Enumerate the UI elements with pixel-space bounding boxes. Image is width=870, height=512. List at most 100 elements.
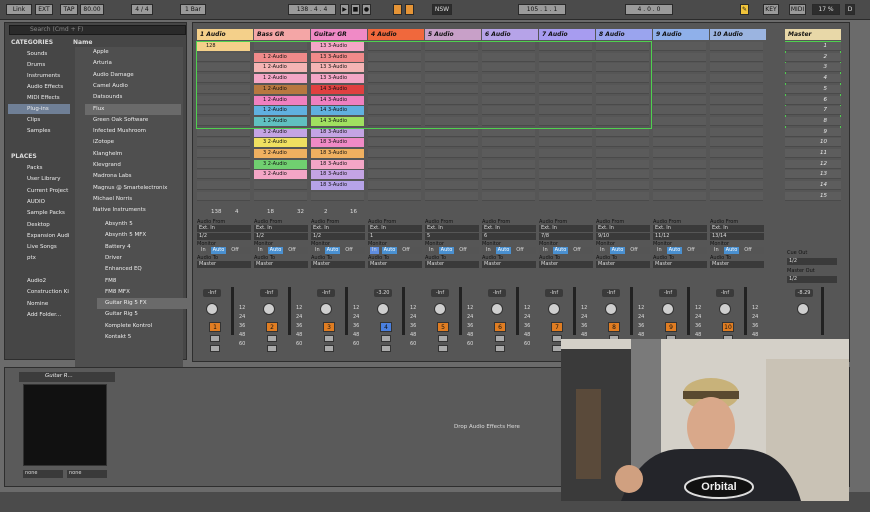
audio-from-select[interactable]: Ext. In — [653, 225, 707, 232]
audio-to-select[interactable]: Master — [425, 261, 479, 268]
pan-knob[interactable] — [263, 303, 275, 315]
browser-subitem[interactable]: Enhanced EQ — [97, 264, 193, 275]
scene-launch[interactable]: 12 — [785, 159, 841, 169]
track-header[interactable]: Bass GR — [254, 29, 310, 40]
monitor-auto[interactable]: Auto — [495, 247, 512, 254]
clip-slot[interactable] — [539, 149, 592, 158]
clip-slot[interactable] — [425, 170, 478, 180]
clip-slot[interactable] — [482, 191, 535, 201]
clip-slot[interactable] — [596, 170, 649, 180]
clip-slot[interactable] — [653, 159, 706, 169]
monitor-off[interactable]: Off — [628, 247, 639, 254]
scene-launch[interactable]: 11 — [785, 149, 841, 158]
input-channel-select[interactable]: 6 — [482, 233, 536, 240]
audio-from-select[interactable]: Ext. In — [710, 225, 764, 232]
clip-slot[interactable] — [653, 42, 706, 51]
clip-slot[interactable] — [653, 127, 706, 137]
input-channel-select[interactable]: 1/2 — [197, 233, 251, 240]
clip-slot[interactable] — [653, 116, 706, 126]
browser-item[interactable]: Madrona Labs — [85, 171, 181, 182]
audio-from-select[interactable]: Ext. In — [425, 225, 479, 232]
input-channel-select[interactable]: 9/10 — [596, 233, 650, 240]
monitor-in[interactable]: In — [256, 247, 265, 254]
audio-from-select[interactable]: Ext. In — [539, 225, 593, 232]
arm-button[interactable] — [324, 345, 334, 352]
tempo-field[interactable]: 80.00 — [80, 4, 104, 15]
scene-launch[interactable]: 13 — [785, 170, 841, 180]
monitor-off[interactable]: Off — [742, 247, 753, 254]
clip-slot[interactable] — [653, 149, 706, 158]
monitor-switch[interactable]: In Auto Off — [254, 247, 308, 254]
browser-subitem[interactable]: Driver — [97, 253, 193, 264]
audio-from-select[interactable]: Ext. In — [368, 225, 422, 232]
solo-button[interactable] — [324, 335, 334, 342]
audio-to-select[interactable]: Master — [653, 261, 707, 268]
clip-slot[interactable] — [653, 95, 706, 105]
input-channel-select[interactable]: 13/14 — [710, 233, 764, 240]
monitor-off[interactable]: Off — [571, 247, 582, 254]
volume-field[interactable]: -Inf — [545, 289, 563, 297]
clip-slot[interactable] — [311, 191, 364, 201]
volume-field[interactable]: -Inf — [716, 289, 734, 297]
clip-slot[interactable] — [425, 138, 478, 148]
audio-clip[interactable]: 18 3-Audio — [311, 170, 364, 180]
clip-slot[interactable] — [596, 149, 649, 158]
audio-from-select[interactable]: Ext. In — [197, 225, 251, 232]
audio-clip[interactable]: 18 3-Audio — [311, 149, 364, 158]
solo-button[interactable] — [495, 335, 505, 342]
monitor-off[interactable]: Off — [343, 247, 354, 254]
clip-slot[interactable] — [482, 170, 535, 180]
audio-to-select[interactable]: Master — [368, 261, 422, 268]
quantize-select[interactable]: 1 Bar — [180, 4, 206, 15]
clip-slot[interactable] — [368, 181, 421, 191]
clip-slot[interactable] — [710, 95, 763, 105]
loop-length-field[interactable]: 4 . 0 . 0 — [625, 4, 673, 15]
monitor-switch[interactable]: In Auto Off — [197, 247, 251, 254]
browser-subitem[interactable]: Battery 4 — [97, 242, 193, 253]
track-activator[interactable]: 6 — [494, 322, 506, 332]
category-instruments[interactable]: Instruments — [8, 71, 70, 81]
audio-clip[interactable]: 18 3-Audio — [311, 181, 364, 191]
browser-item[interactable]: Magnus @ Smartelectronix — [85, 183, 181, 194]
arm-button[interactable] — [210, 345, 220, 352]
category-audioeffects[interactable]: Audio Effects — [8, 82, 70, 92]
monitor-in[interactable]: In — [541, 247, 550, 254]
monitor-off[interactable]: Off — [514, 247, 525, 254]
track-activator[interactable]: 2 — [266, 322, 278, 332]
track-header[interactable]: 1 Audio — [197, 29, 253, 40]
audio-clip[interactable]: 3 2-Audio — [254, 138, 307, 148]
volume-field[interactable]: -Inf — [260, 289, 278, 297]
clip-slot[interactable] — [425, 159, 478, 169]
monitor-switch[interactable]: In Auto Off — [368, 247, 422, 254]
clip-slot[interactable] — [539, 181, 592, 191]
clip-slot[interactable] — [482, 159, 535, 169]
clip-slot[interactable] — [197, 149, 250, 158]
pan-knob[interactable] — [491, 303, 503, 315]
volume-field[interactable]: -Inf — [488, 289, 506, 297]
monitor-off[interactable]: Off — [286, 247, 297, 254]
arm-button[interactable] — [438, 345, 448, 352]
place-item[interactable]: Sample Packs — [8, 208, 70, 218]
track-activator[interactable]: 7 — [551, 322, 563, 332]
scene-launch[interactable]: 3 — [785, 63, 841, 73]
place-item[interactable]: Expansion Audi — [8, 231, 70, 241]
clip-slot[interactable] — [425, 181, 478, 191]
audio-to-select[interactable]: Master — [311, 261, 365, 268]
browser-item[interactable]: iZotope — [85, 137, 181, 148]
clip-slot[interactable] — [197, 159, 250, 169]
clip-slot[interactable] — [710, 52, 763, 62]
scene-launch[interactable]: 6 — [785, 95, 841, 105]
browser-item[interactable]: Michael Norris — [85, 194, 181, 205]
record-icon[interactable]: ● — [362, 4, 371, 15]
pencil-icon[interactable]: ✎ — [740, 4, 749, 15]
tap-button[interactable]: TAP — [60, 4, 78, 15]
volume-field[interactable]: -Inf — [431, 289, 449, 297]
clip-slot[interactable] — [368, 159, 421, 169]
clip-slot[interactable] — [710, 84, 763, 94]
place-item[interactable]: Live Songs — [8, 242, 70, 252]
chain-select-2[interactable]: none — [67, 470, 107, 478]
monitor-switch[interactable]: In Auto Off — [539, 247, 593, 254]
pan-knob[interactable] — [377, 303, 389, 315]
input-channel-select[interactable]: 7/8 — [539, 233, 593, 240]
audio-clip[interactable]: 18 3-Audio — [311, 138, 364, 148]
